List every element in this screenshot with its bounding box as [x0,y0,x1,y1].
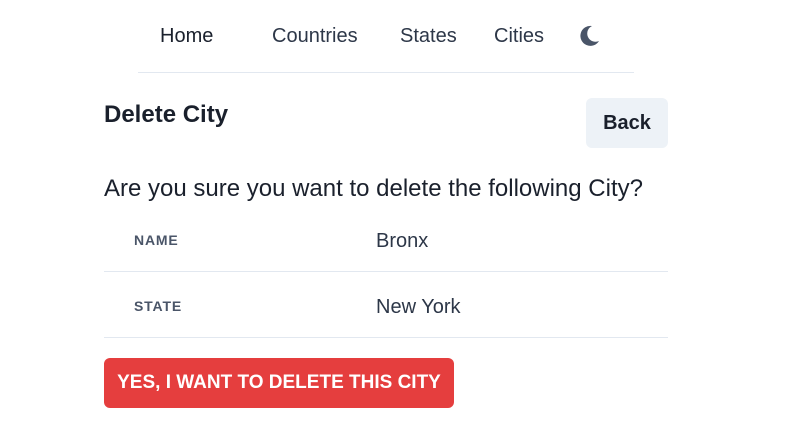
top-navigation: Home Countries States Cities [138,0,634,73]
nav-link-home[interactable]: Home [160,24,213,48]
detail-row-name: NAME Bronx [104,206,668,272]
detail-value: New York [376,296,461,318]
confirmation-question: Are you sure you want to delete the foll… [104,175,643,202]
moon-icon[interactable] [576,23,602,49]
nav-link-countries[interactable]: Countries [272,24,358,48]
nav-link-cities[interactable]: Cities [494,24,544,48]
city-details: NAME Bronx STATE New York [104,206,668,338]
detail-label: NAME [134,232,179,248]
nav-link-states[interactable]: States [400,24,457,48]
confirm-delete-button[interactable]: YES, I WANT TO DELETE THIS CITY [104,358,454,408]
back-button[interactable]: Back [586,98,668,148]
detail-label: STATE [134,298,183,314]
detail-row-state: STATE New York [104,272,668,338]
detail-value: Bronx [376,230,429,252]
page-title: Delete City [104,101,229,128]
